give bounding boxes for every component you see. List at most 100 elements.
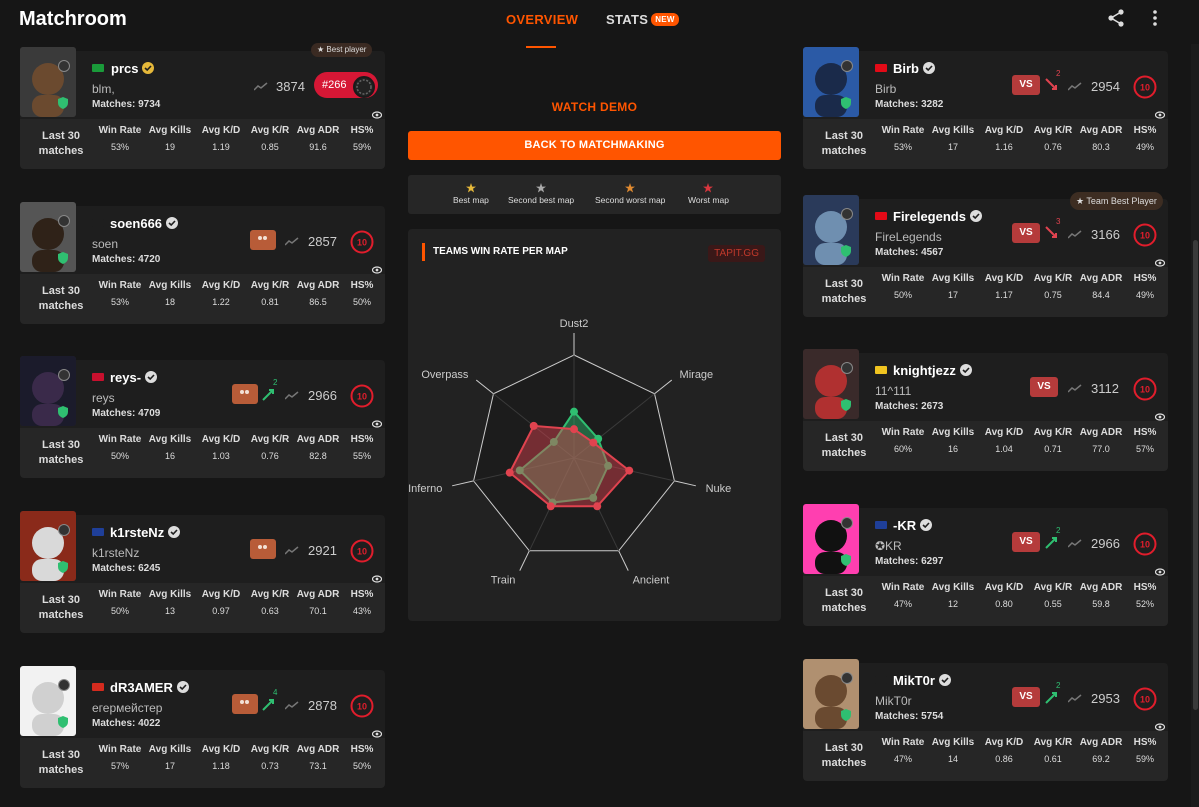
stat-header: HS% — [350, 125, 374, 136]
red-team-point[interactable] — [593, 502, 602, 511]
player-name[interactable]: soen666 — [110, 216, 179, 231]
legend-worst-map: Worst map — [688, 183, 729, 205]
orange-x-star-icon — [625, 183, 636, 193]
party-icon[interactable] — [250, 230, 276, 250]
player-nickname: егермейстер — [92, 701, 163, 715]
verified-icon — [938, 674, 951, 686]
player-card[interactable]: -KR ✪KR Matches: 6297 VS 2 2966 10 Last 30 ma… — [803, 504, 1168, 626]
rank-value: #266 — [322, 79, 347, 91]
red-team-point[interactable] — [625, 466, 634, 475]
shield-icon — [841, 399, 851, 411]
player-name[interactable]: -KR — [893, 518, 933, 533]
scrollbar-thumb[interactable] — [1193, 240, 1198, 710]
player-matches: Matches: 4567 — [875, 247, 944, 258]
svg-text:10: 10 — [1140, 83, 1150, 93]
player-name-text: dR3AMER — [110, 680, 173, 695]
loss-streak-icon — [1045, 78, 1057, 90]
level-10-icon: 10 — [1133, 377, 1157, 401]
vs-badge[interactable]: VS — [1012, 687, 1040, 707]
radar-axis-extension — [519, 550, 530, 571]
country-flag-icon — [92, 683, 104, 691]
player-name[interactable]: reys- — [110, 370, 158, 385]
red-team-point[interactable] — [570, 425, 578, 434]
svg-text:10: 10 — [357, 547, 367, 557]
player-card[interactable]: k1rsteNz k1rsteNz Matches: 6245 2921 10 Las… — [20, 511, 385, 633]
country-flag-icon — [875, 521, 887, 529]
red-team-point[interactable] — [589, 438, 598, 447]
eye-icon[interactable] — [1155, 413, 1165, 421]
watch-demo-link[interactable]: WATCH DEMO — [408, 100, 781, 114]
streak-count: 4 — [273, 688, 278, 697]
player-name[interactable]: prcs — [111, 61, 155, 76]
eye-icon[interactable] — [372, 730, 382, 738]
tab-overview[interactable]: OVERVIEW — [506, 12, 578, 27]
player-card[interactable]: MikT0r MikT0r Matches: 5754 VS 2 2953 10 Last… — [803, 659, 1168, 781]
vs-badge[interactable]: VS — [1030, 377, 1058, 397]
player-card[interactable]: knightjezz 11^111 Matches: 2673 VS 3112 10 L… — [803, 349, 1168, 471]
red-team-point[interactable] — [505, 468, 514, 477]
back-to-matchmaking-button[interactable]: BACK TO MATCHMAKING — [408, 131, 781, 160]
red-team-point[interactable] — [529, 421, 538, 430]
vs-badge[interactable]: VS — [1012, 532, 1040, 552]
elo-trend-icon — [1068, 230, 1082, 239]
eye-icon[interactable] — [1155, 111, 1165, 119]
eye-icon[interactable] — [372, 420, 382, 428]
tab-stats[interactable]: STATS NEW — [606, 12, 679, 27]
silver-star-icon — [536, 183, 547, 193]
eye-icon[interactable] — [372, 111, 382, 119]
radar-map-label: Overpass — [421, 369, 469, 381]
player-name[interactable]: MikT0r — [893, 673, 951, 688]
party-icon[interactable] — [250, 539, 276, 559]
stat-header: HS% — [350, 280, 374, 291]
map-legend: Best map Second best map Second worst ma… — [408, 175, 781, 214]
country-flag-icon — [92, 373, 104, 381]
radar-axis-extension — [654, 379, 673, 395]
eye-icon[interactable] — [1155, 259, 1165, 267]
player-name[interactable]: k1rsteNz — [110, 525, 181, 540]
player-card[interactable]: soen666 soen Matches: 4720 2857 10 Last 30 … — [20, 202, 385, 324]
party-icon[interactable] — [232, 694, 258, 714]
radar-map-label: Mirage — [680, 369, 714, 381]
level-10-icon: 10 — [350, 694, 374, 718]
shield-icon — [58, 97, 68, 109]
win-streak-icon — [262, 699, 274, 711]
stat-value: 55% — [352, 451, 371, 461]
page-title: Matchroom — [19, 8, 127, 30]
party-icon[interactable] — [232, 384, 258, 404]
player-name-text: Birb — [893, 61, 919, 76]
elo-value: 3166 — [1091, 227, 1120, 242]
eye-icon[interactable] — [1155, 723, 1165, 731]
level-10-icon: 10 — [1133, 687, 1157, 711]
shield-icon — [58, 252, 68, 264]
level-10-icon: 10 — [1133, 75, 1157, 99]
radar-axis-extension — [475, 379, 494, 395]
vs-badge[interactable]: VS — [1012, 75, 1040, 95]
last-30-label: Last 30 matches — [821, 432, 867, 459]
best-player-label: Best player — [326, 45, 367, 54]
player-name[interactable]: Firelegends — [893, 209, 982, 224]
eye-icon[interactable] — [372, 575, 382, 583]
player-nickname: ✪KR — [875, 539, 902, 553]
more-vertical-icon[interactable] — [1146, 8, 1164, 28]
red-team-point[interactable] — [546, 502, 555, 511]
player-name[interactable]: dR3AMER — [110, 680, 189, 695]
level-mini-icon — [58, 524, 70, 536]
elo-trend-icon — [1068, 384, 1082, 393]
svg-text:10: 10 — [357, 238, 367, 248]
player-name[interactable]: knightjezz — [893, 363, 972, 378]
green-team-point[interactable] — [570, 407, 578, 416]
eye-icon[interactable] — [1155, 568, 1165, 576]
last-30-label: Last 30 matches — [38, 439, 84, 466]
vs-badge[interactable]: VS — [1012, 223, 1040, 243]
player-name-text: k1rsteNz — [110, 525, 165, 540]
share-icon[interactable] — [1106, 8, 1126, 28]
player-card[interactable]: dR3AMER егермейстер Matches: 4022 4 2878 10… — [20, 666, 385, 788]
country-flag-icon — [875, 366, 887, 374]
player-matches: Matches: 4720 — [92, 254, 161, 265]
player-card[interactable]: prcs blm, Matches: 9734 ★ Best player 3874… — [20, 43, 385, 169]
player-card[interactable]: Firelegends FireLegends Matches: 4567 VS 3… — [803, 192, 1168, 317]
eye-icon[interactable] — [372, 266, 382, 274]
player-name[interactable]: Birb — [893, 61, 935, 76]
player-card[interactable]: Birb Birb Matches: 3282 VS 2 2954 10 Last 30 … — [803, 47, 1168, 169]
player-card[interactable]: reys- reys Matches: 4709 2 2966 10 Last 30 m… — [20, 356, 385, 478]
